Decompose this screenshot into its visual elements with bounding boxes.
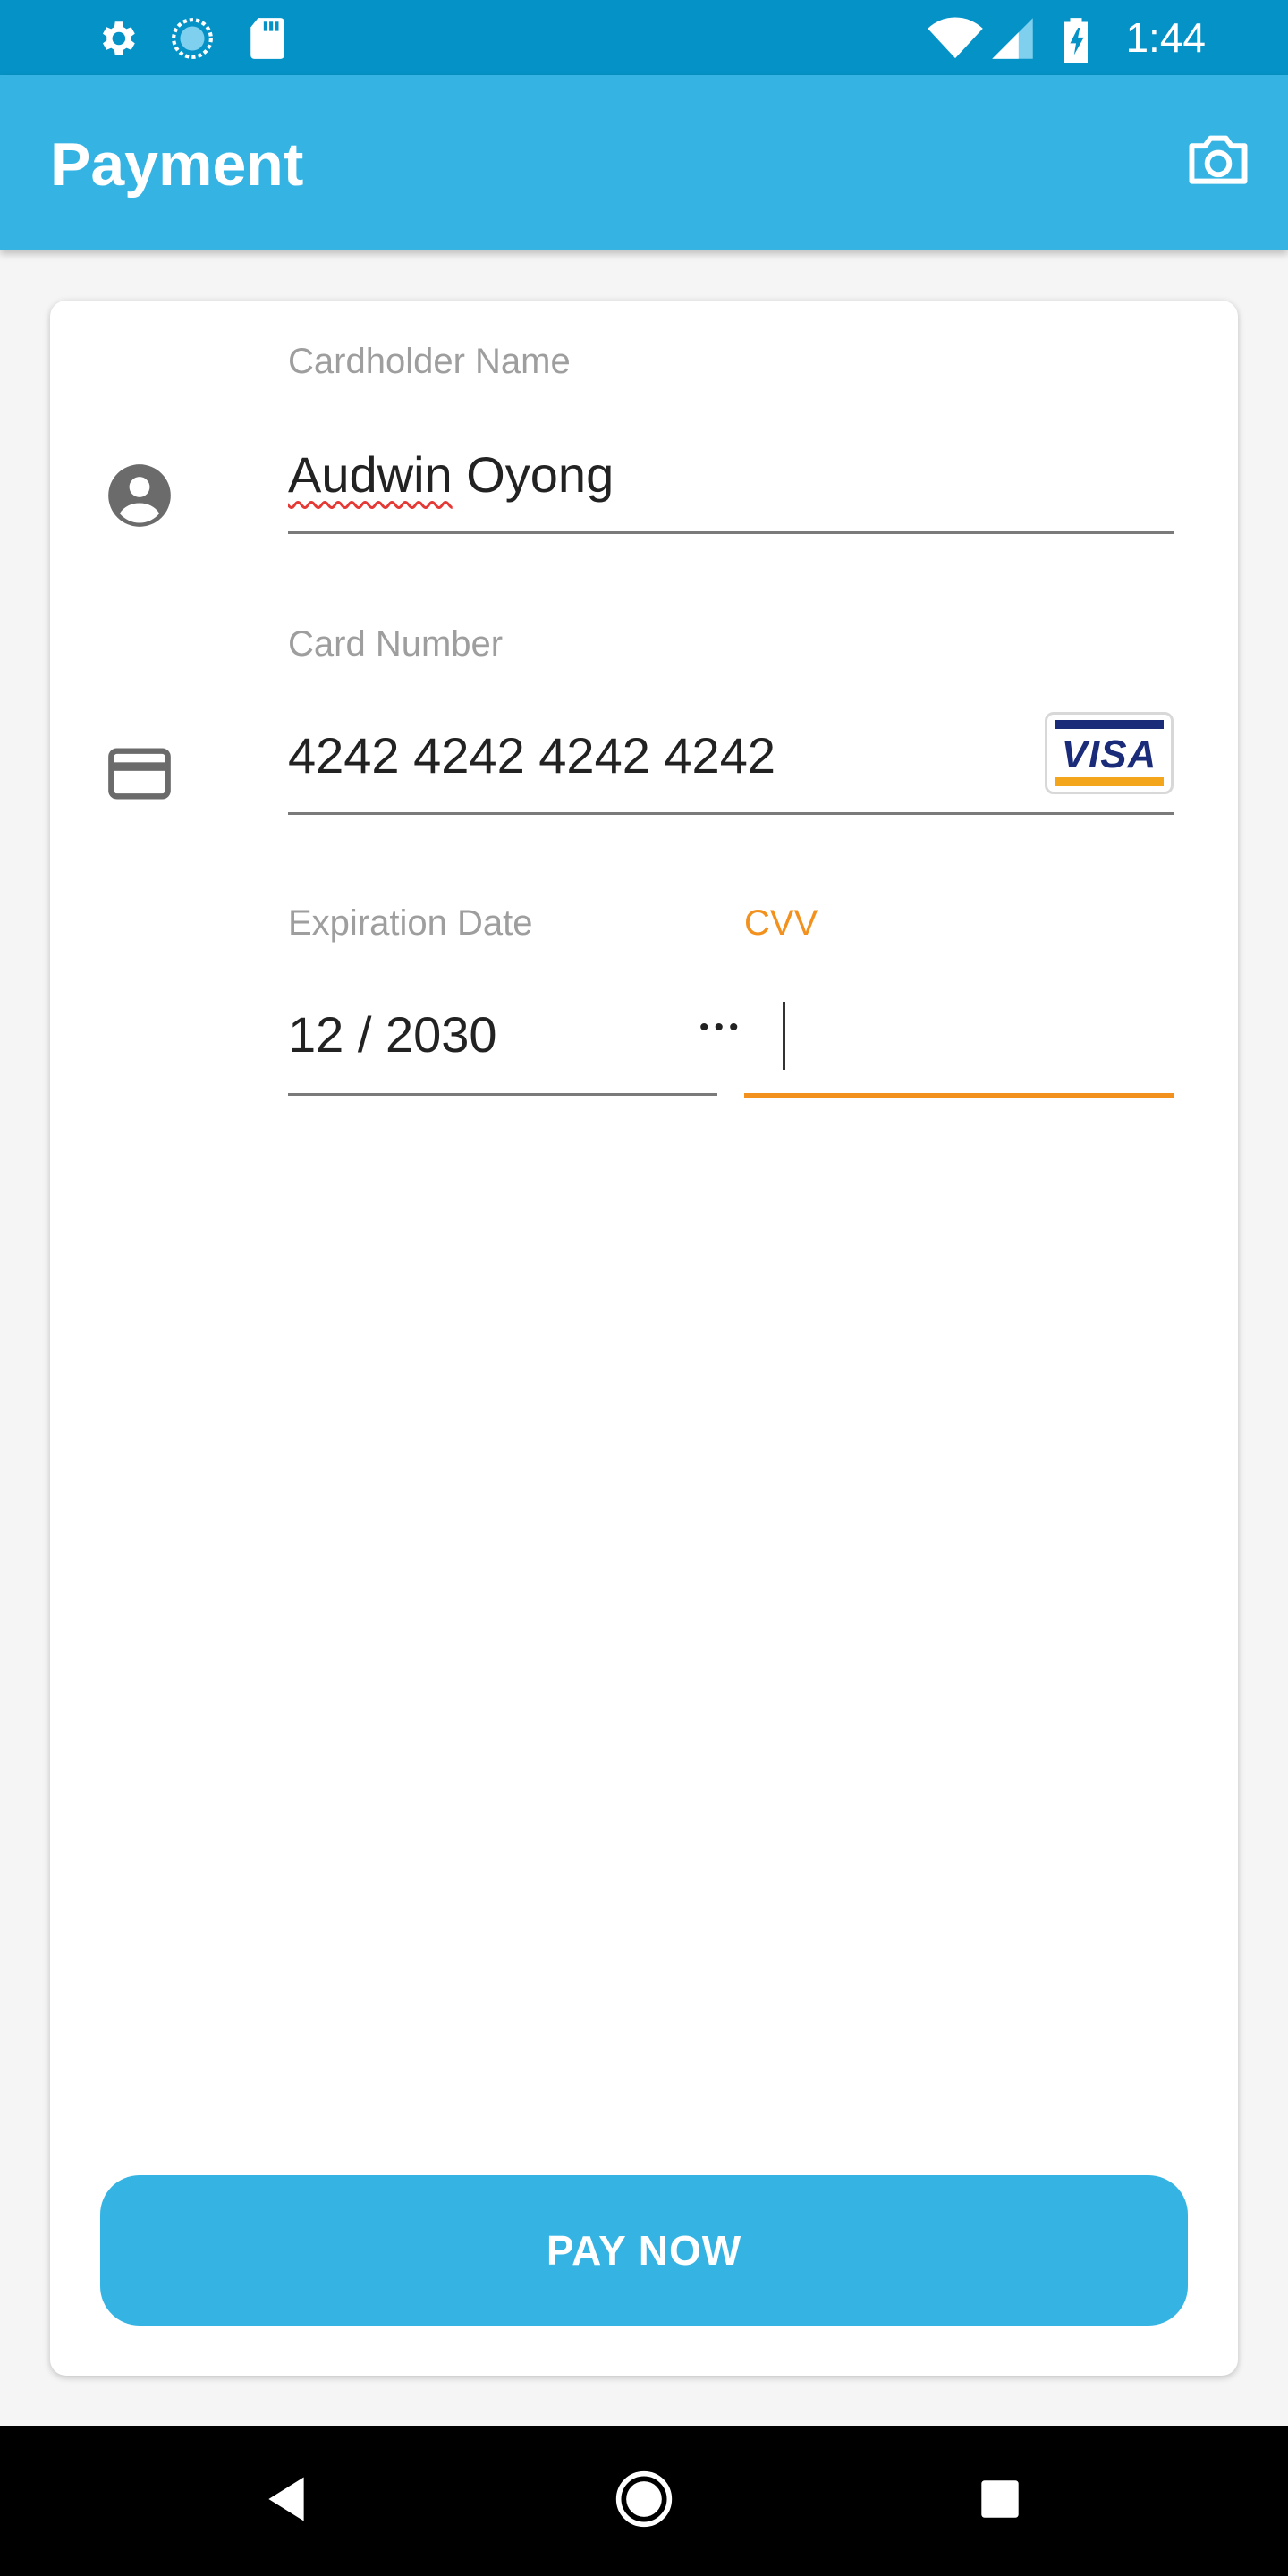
cvv-masked-value: ••• (699, 1013, 744, 1042)
cardholder-name-label: Cardholder Name (288, 342, 571, 381)
recents-icon (979, 2479, 1021, 2524)
cvv-underline (744, 1093, 1174, 1098)
expiration-date-underline (288, 1093, 717, 1096)
camera-icon (1185, 131, 1251, 192)
home-button[interactable] (608, 2465, 680, 2537)
system-nav-bar (0, 2426, 1288, 2576)
page-title: Payment (50, 131, 304, 199)
signal-icon (989, 16, 1036, 65)
battery-charging-icon (1061, 16, 1091, 67)
expiration-date-input[interactable]: 12 / 2030 (288, 1005, 497, 1064)
settings-icon (95, 16, 140, 65)
account-circle-icon (106, 462, 174, 534)
card-number-input[interactable]: 4242 4242 4242 4242 (288, 726, 1030, 785)
card-number-underline (288, 812, 1174, 815)
visa-text: VISA (1061, 733, 1157, 776)
visa-stripe-top (1055, 720, 1164, 729)
visa-stripe-bottom (1055, 777, 1164, 786)
sync-icon (170, 16, 215, 65)
back-icon (264, 2475, 309, 2528)
cardholder-name-underline (288, 531, 1174, 534)
status-time: 1:44 (1125, 14, 1206, 61)
sd-card-icon (247, 16, 288, 65)
cardholder-last-name: Oyong (452, 446, 614, 503)
expiration-date-label: Expiration Date (288, 903, 533, 943)
wifi-icon (927, 16, 984, 65)
payment-form-card: Cardholder Name Audwin Oyong Card Number… (50, 301, 1238, 2376)
recents-button[interactable] (964, 2465, 1036, 2537)
cvv-input[interactable] (744, 998, 1174, 1088)
home-icon (614, 2469, 674, 2534)
card-number-label: Card Number (288, 624, 504, 664)
camera-button[interactable] (1181, 123, 1256, 199)
cvv-label: CVV (744, 903, 818, 943)
pay-now-button[interactable]: PAY NOW (100, 2175, 1188, 2326)
cardholder-first-name: Audwin (288, 446, 453, 503)
visa-brand-logo: VISA (1045, 712, 1174, 794)
status-bar: 1:44 (0, 0, 1288, 75)
credit-card-icon (106, 742, 174, 809)
app-bar: Payment (0, 75, 1288, 250)
text-cursor (783, 1002, 785, 1070)
cardholder-name-input[interactable]: Audwin Oyong (288, 445, 1174, 504)
back-button[interactable] (250, 2465, 322, 2537)
